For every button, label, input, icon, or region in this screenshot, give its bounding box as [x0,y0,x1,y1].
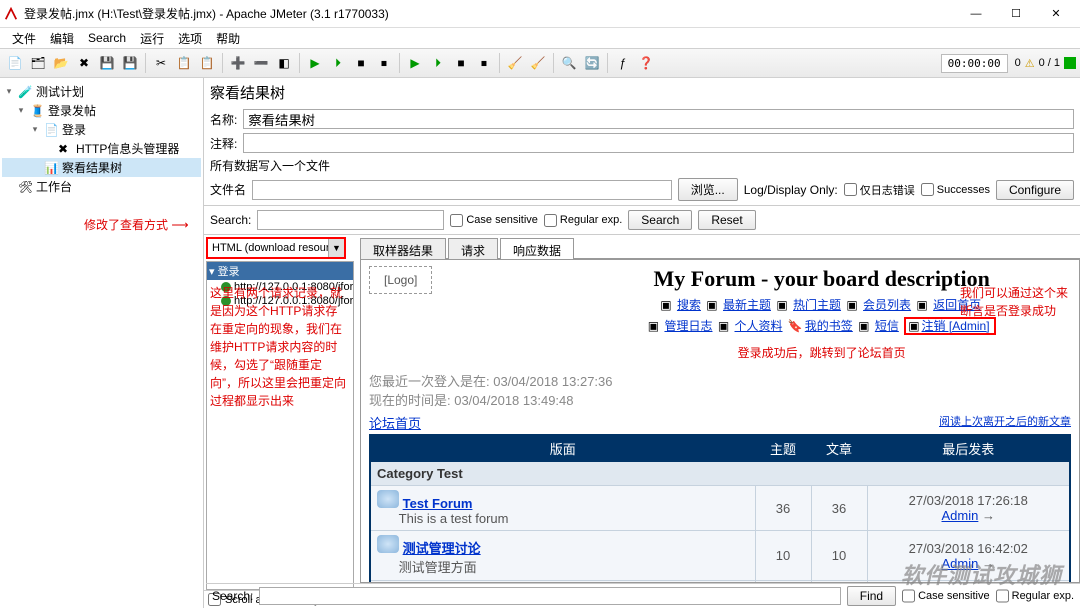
browse-button[interactable]: 浏览... [678,178,738,201]
table-row: 自动化测试 自动化测试方面 5 5 27/03/2018 16:58:10roa… [370,581,1070,584]
annot-left: 修改了查看方式 ⟶ [84,216,189,234]
search-tree-icon[interactable]: 🔍 [558,52,580,74]
comment-label: 注释: [210,135,237,152]
name-label: 名称: [210,111,237,128]
menu-search[interactable]: Search [82,29,132,47]
app-icon [4,7,18,21]
close-button[interactable]: ✕ [1036,0,1076,28]
menu-edit[interactable]: 编辑 [44,28,80,49]
last-login: 您最近一次登入是在: 03/04/2018 13:27:36 [369,371,1071,390]
forum-table: 版面 主题 文章 最后发表 Category Test Test Forum T… [369,434,1071,583]
log-only-label: Log/Display Only: [744,183,838,197]
start-notimers-icon[interactable]: ⏵ [327,52,349,74]
forum-icon [377,535,399,553]
templates-icon[interactable]: 🗂 [27,52,49,74]
tab-request[interactable]: 请求 [448,238,498,259]
bottom-regex-checkbox[interactable]: Regular exp. [996,587,1074,605]
elapsed-timer: 00:00:00 [941,54,1008,73]
help-icon[interactable]: ❓ [635,52,657,74]
filename-label: 文件名 [210,181,246,198]
write-group: 所有数据写入一个文件 [204,155,1080,176]
configure-button[interactable]: Configure [996,180,1074,200]
test-plan-tree[interactable]: ▾🧪测试计划 ▾🧵登录发帖 ▾📄登录 ✖HTTP信息头管理器 📊察看结果树 🛠工… [0,78,204,608]
logout-link[interactable]: 注销 [Admin] [922,319,990,333]
bottom-search-label: Search: [212,589,253,603]
menubar: 文件 编辑 Search 运行 选项 帮助 [0,28,1080,48]
function-helper-icon[interactable]: ƒ [612,52,634,74]
paste-icon[interactable]: 📋 [196,52,218,74]
collapse-icon[interactable]: ➖ [250,52,272,74]
tree-login[interactable]: 登录 [62,121,86,138]
close-icon[interactable]: ✖ [73,52,95,74]
menu-run[interactable]: 运行 [134,28,170,49]
annot-right: 我们可以通过这个来断言是否登录成功 [960,284,1070,320]
remote-start-icon[interactable]: ▶ [404,52,426,74]
toolbar: 📄 🗂 📂 ✖ 💾 💾 ✂ 📋 📋 ➕ ➖ ◧ ▶ ⏵ ■ ⏹ ▶ ⏵ ■ ⏹ … [0,48,1080,78]
start-icon[interactable]: ▶ [304,52,326,74]
open-icon[interactable]: 📂 [50,52,72,74]
save-as-icon[interactable]: 💾 [119,52,141,74]
filename-input[interactable] [252,180,672,200]
cut-icon[interactable]: ✂ [150,52,172,74]
name-input[interactable] [243,109,1074,129]
case-checkbox[interactable]: Case sensitive [450,214,538,227]
forum-logo: [Logo] [369,266,432,294]
tree-test-plan[interactable]: 测试计划 [36,83,84,100]
table-row: 测试管理讨论 测试管理方面 10 10 27/03/2018 16:42:02A… [370,531,1070,581]
shutdown-icon[interactable]: ⏹ [373,52,395,74]
table-row: Test Forum This is a test forum 36 36 27… [370,486,1070,531]
panel-title: 察看结果树 [204,78,1080,107]
titlebar: 登录发帖.jmx (H:\Test\登录发帖.jmx) - Apache JMe… [0,0,1080,28]
only-errors-checkbox[interactable]: 仅日志错误 [844,182,915,198]
reset-search-icon[interactable]: 🔄 [581,52,603,74]
clear-icon[interactable]: 🧹 [504,52,526,74]
menu-options[interactable]: 选项 [172,28,208,49]
expand-icon[interactable]: ➕ [227,52,249,74]
bottom-search-input[interactable] [259,587,840,605]
tree-thread-group[interactable]: 登录发帖 [48,102,96,119]
current-time: 现在的时间是: 03/04/2018 13:49:48 [369,390,1071,409]
search-label: Search: [210,213,251,227]
comment-input[interactable] [243,133,1074,153]
tree-workbench[interactable]: 工作台 [36,178,72,195]
regex-checkbox[interactable]: Regular exp. [544,214,622,227]
tab-response-data[interactable]: 响应数据 [500,238,574,259]
new-posts-link[interactable]: 阅读上次离开之后的新文章 [939,413,1071,432]
reset-button[interactable]: Reset [698,210,755,230]
search-input[interactable] [257,210,444,230]
tree-header-manager[interactable]: HTTP信息头管理器 [76,140,179,157]
stop-icon[interactable]: ■ [350,52,372,74]
thread-stats: 0 ⚠ 0 / 1 [1015,57,1076,70]
minimize-button[interactable]: — [956,0,996,28]
toggle-icon[interactable]: ◧ [273,52,295,74]
search-button[interactable]: Search [628,210,692,230]
tab-sampler-result[interactable]: 取样器结果 [360,238,446,259]
forum-icon [377,490,399,508]
forum-index[interactable]: 论坛首页 [369,413,421,432]
remote-shutdown-icon[interactable]: ⏹ [473,52,495,74]
menu-file[interactable]: 文件 [6,28,42,49]
maximize-button[interactable]: ☐ [996,0,1036,28]
copy-icon[interactable]: 📋 [173,52,195,74]
window-title: 登录发帖.jmx (H:\Test\登录发帖.jmx) - Apache JMe… [24,5,956,22]
render-mode-dropdown[interactable]: HTML (download resources) ▼ [206,237,346,259]
find-button[interactable]: Find [847,586,896,606]
remote-stop-icon[interactable]: ■ [450,52,472,74]
save-icon[interactable]: 💾 [96,52,118,74]
new-icon[interactable]: 📄 [4,52,26,74]
bottom-case-checkbox[interactable]: Case sensitive [902,587,990,605]
remote-start-all-icon[interactable]: ⏵ [427,52,449,74]
menu-help[interactable]: 帮助 [210,28,246,49]
chevron-down-icon[interactable]: ▼ [328,239,344,257]
clear-all-icon[interactable]: 🧹 [527,52,549,74]
annot-center: 登录成功后，跳转到了论坛首页 [572,344,1071,361]
successes-checkbox[interactable]: Successes [921,183,990,196]
tree-results-tree[interactable]: 察看结果树 [62,159,122,176]
annot-mid: 这里有两个请求记录，就是因为这个HTTP请求存在重定向的现象，我们在维护HTTP… [210,284,348,410]
